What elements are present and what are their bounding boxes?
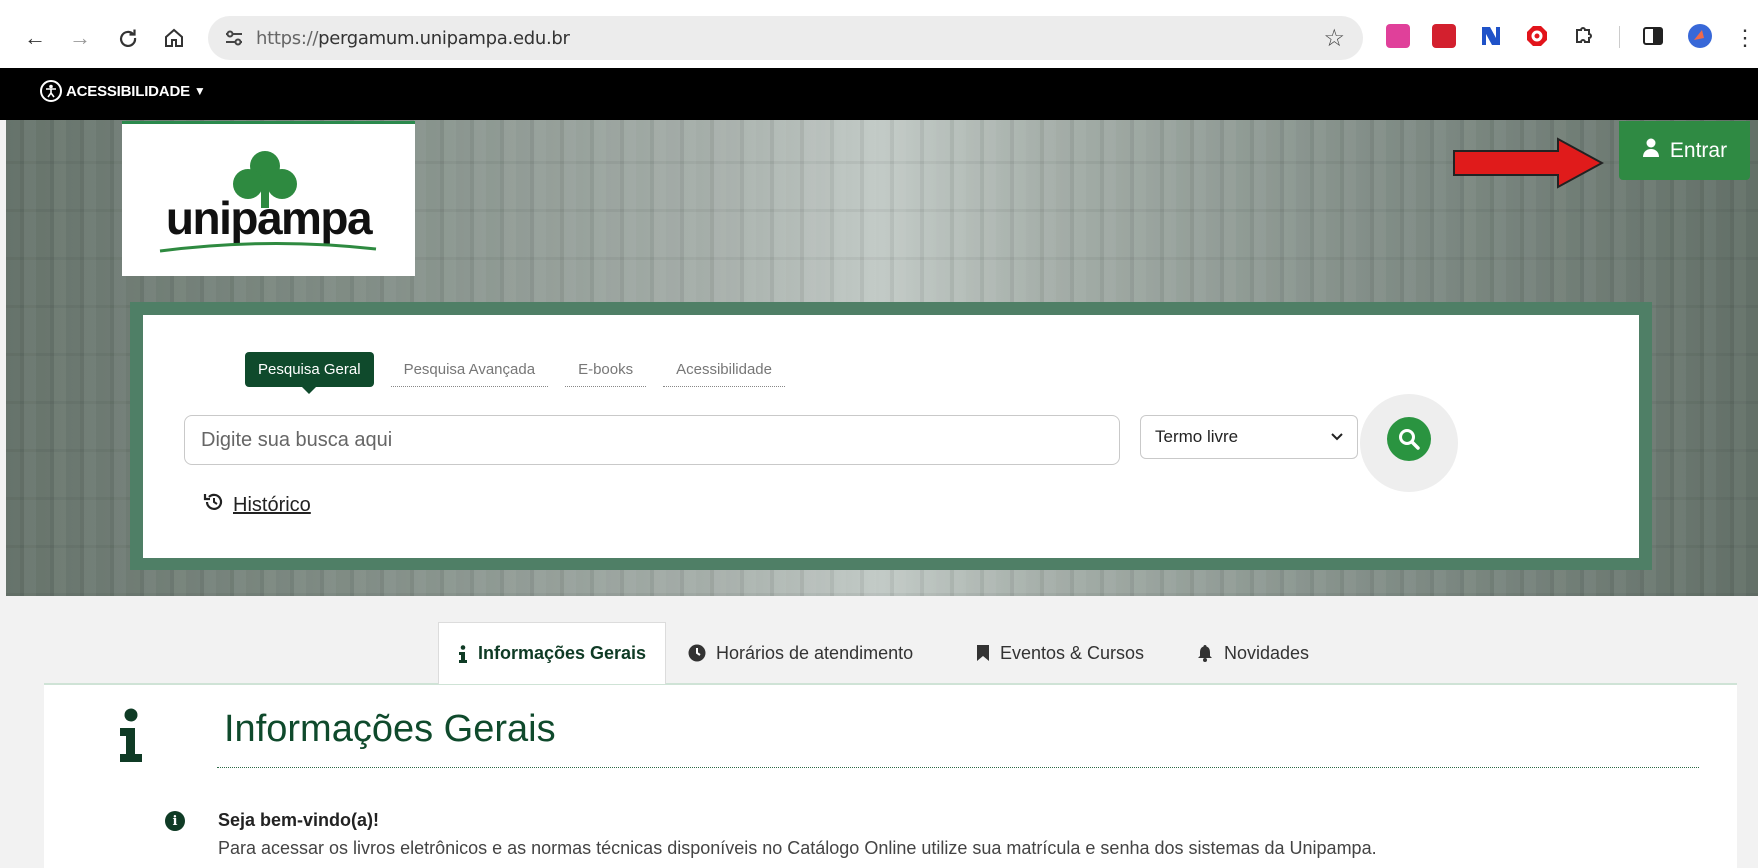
tab-label: Novidades bbox=[1224, 642, 1310, 663]
tab-label: Informações Gerais bbox=[477, 643, 647, 663]
tab-ebooks[interactable]: E-books bbox=[565, 353, 647, 387]
info-icon bbox=[458, 644, 468, 663]
tab-informacoes-gerais[interactable]: Informações Gerais bbox=[438, 622, 666, 684]
chevron-down-icon bbox=[1331, 433, 1343, 441]
user-icon bbox=[1642, 138, 1660, 164]
tab-novidades[interactable]: Novidades bbox=[1196, 622, 1309, 684]
back-button[interactable]: ← bbox=[17, 20, 53, 56]
forward-button[interactable]: → bbox=[62, 20, 98, 56]
reload-icon bbox=[119, 29, 137, 47]
chevron-down-icon: ▼ bbox=[193, 84, 206, 98]
extension-3-icon[interactable] bbox=[1479, 24, 1503, 48]
extension-2-icon[interactable] bbox=[1432, 24, 1456, 48]
tab-acessibilidade[interactable]: Acessibilidade bbox=[663, 353, 785, 387]
search-type-select[interactable]: Termo livre bbox=[1140, 415, 1358, 459]
side-panel-icon[interactable] bbox=[1641, 24, 1665, 48]
extensions-puzzle-icon[interactable] bbox=[1572, 24, 1596, 48]
history-link[interactable]: Histórico bbox=[203, 491, 311, 519]
search-button[interactable] bbox=[1387, 417, 1431, 461]
unipampa-logo[interactable]: unipampa bbox=[122, 121, 415, 276]
tab-pesquisa-avancada[interactable]: Pesquisa Avançada bbox=[390, 353, 549, 387]
tab-label: Eventos & Cursos bbox=[1000, 642, 1145, 663]
reload-button[interactable] bbox=[110, 20, 146, 56]
red-arrow-annotation bbox=[1453, 137, 1604, 189]
extension-1-icon[interactable] bbox=[1386, 24, 1410, 48]
accessibility-dropdown[interactable]: ACESSIBILIDADE ▼ bbox=[40, 80, 206, 102]
accessibility-icon bbox=[40, 80, 62, 102]
logo-swoosh bbox=[159, 241, 377, 253]
search-type-value: Termo livre bbox=[1155, 427, 1239, 446]
title-divider bbox=[217, 767, 1699, 768]
clock-icon bbox=[688, 644, 706, 662]
accessibility-bar: ACESSIBILIDADE ▼ bbox=[0, 68, 1758, 120]
page-title: Informações Gerais bbox=[224, 708, 556, 750]
tab-horarios[interactable]: Horários de atendimento bbox=[688, 622, 913, 684]
welcome-text: Para acessar os livros eletrônicos e as … bbox=[218, 838, 1377, 858]
tab-label: Horários de atendimento bbox=[716, 642, 914, 663]
tab-pesquisa-geral[interactable]: Pesquisa Geral bbox=[245, 352, 374, 394]
section-info-icon bbox=[120, 708, 142, 762]
logo-tree-icon bbox=[233, 151, 297, 208]
browser-toolbar: ← → https://pergamum.unipampa.edu.br ☆ ⋮ bbox=[0, 0, 1758, 68]
history-label: Histórico bbox=[233, 493, 311, 516]
welcome-info-icon: i bbox=[165, 811, 185, 831]
history-icon bbox=[203, 491, 225, 519]
search-tabs: Pesquisa Geral Pesquisa Avançada E-books… bbox=[245, 352, 802, 394]
address-bar[interactable]: https://pergamum.unipampa.edu.br ☆ bbox=[208, 16, 1363, 60]
url-text: https://pergamum.unipampa.edu.br bbox=[256, 27, 570, 49]
accessibility-label: ACESSIBILIDADE bbox=[66, 82, 190, 100]
search-icon bbox=[1399, 429, 1420, 450]
welcome-heading: Seja bem-vindo(a)! bbox=[218, 810, 380, 830]
search-input[interactable] bbox=[184, 415, 1120, 465]
home-icon bbox=[165, 28, 183, 47]
bell-icon bbox=[1196, 644, 1214, 662]
bookmark-icon bbox=[976, 644, 990, 662]
login-button[interactable]: Entrar bbox=[1619, 121, 1750, 180]
home-button[interactable] bbox=[156, 20, 192, 56]
browser-menu-icon[interactable]: ⋮ bbox=[1734, 20, 1756, 56]
tab-eventos-cursos[interactable]: Eventos & Cursos bbox=[976, 622, 1144, 684]
profile-avatar-icon[interactable] bbox=[1688, 24, 1712, 48]
login-label: Entrar bbox=[1669, 138, 1728, 162]
extension-4-icon[interactable] bbox=[1525, 24, 1549, 48]
toolbar-separator bbox=[1619, 26, 1620, 48]
site-info-icon[interactable] bbox=[220, 24, 248, 52]
bookmark-star-icon[interactable]: ☆ bbox=[1323, 24, 1345, 53]
